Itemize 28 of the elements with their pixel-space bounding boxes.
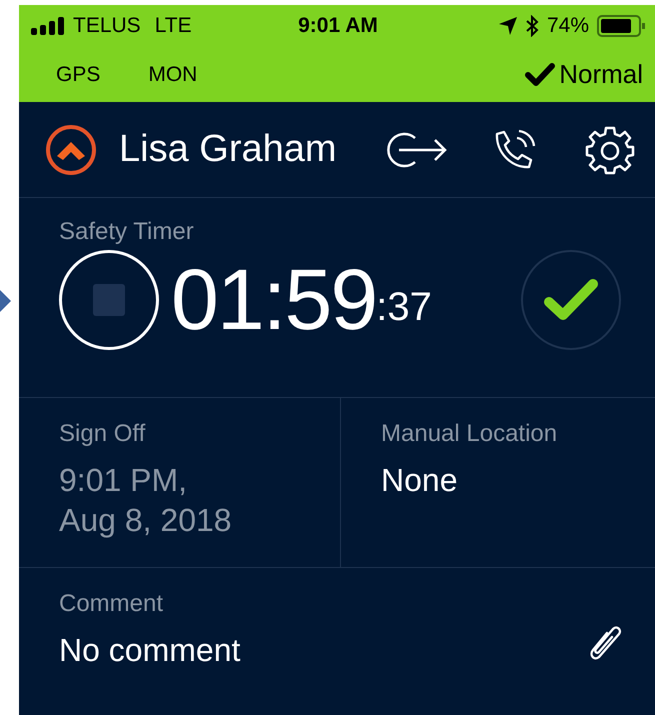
timer-display: 01:59 xyxy=(171,257,376,343)
location-icon xyxy=(498,17,517,35)
field-value: 9:01 PM, Aug 8, 2018 xyxy=(59,461,233,540)
comment-text: No comment xyxy=(59,631,240,670)
check-icon xyxy=(525,62,556,86)
signal-icon xyxy=(31,17,65,35)
logo-icon xyxy=(45,124,97,176)
battery-percent: 74% xyxy=(546,14,589,38)
field-value: None xyxy=(381,461,458,500)
field-label: Sign Off xyxy=(59,420,146,448)
clock-time: 9:01 AM xyxy=(298,14,378,38)
settings-icon[interactable] xyxy=(585,124,635,174)
field-label: Comment xyxy=(59,590,164,618)
section-label: Safety Timer xyxy=(59,218,195,246)
network-type: LTE xyxy=(154,14,192,38)
carrier-name: TELUS xyxy=(73,14,141,38)
user-name: Lisa Graham xyxy=(119,128,338,171)
mode-label: MON xyxy=(148,62,198,86)
pointer-icon xyxy=(0,290,11,312)
check-icon xyxy=(542,277,600,323)
stop-button[interactable] xyxy=(59,250,159,350)
field-label: Manual Location xyxy=(381,420,558,448)
bluetooth-icon xyxy=(524,15,539,37)
timer-seconds: :37 xyxy=(376,285,432,330)
confirm-button[interactable] xyxy=(521,250,621,350)
mode-label: GPS xyxy=(56,62,100,86)
battery-icon xyxy=(597,15,645,37)
status-label: Normal xyxy=(559,59,643,90)
